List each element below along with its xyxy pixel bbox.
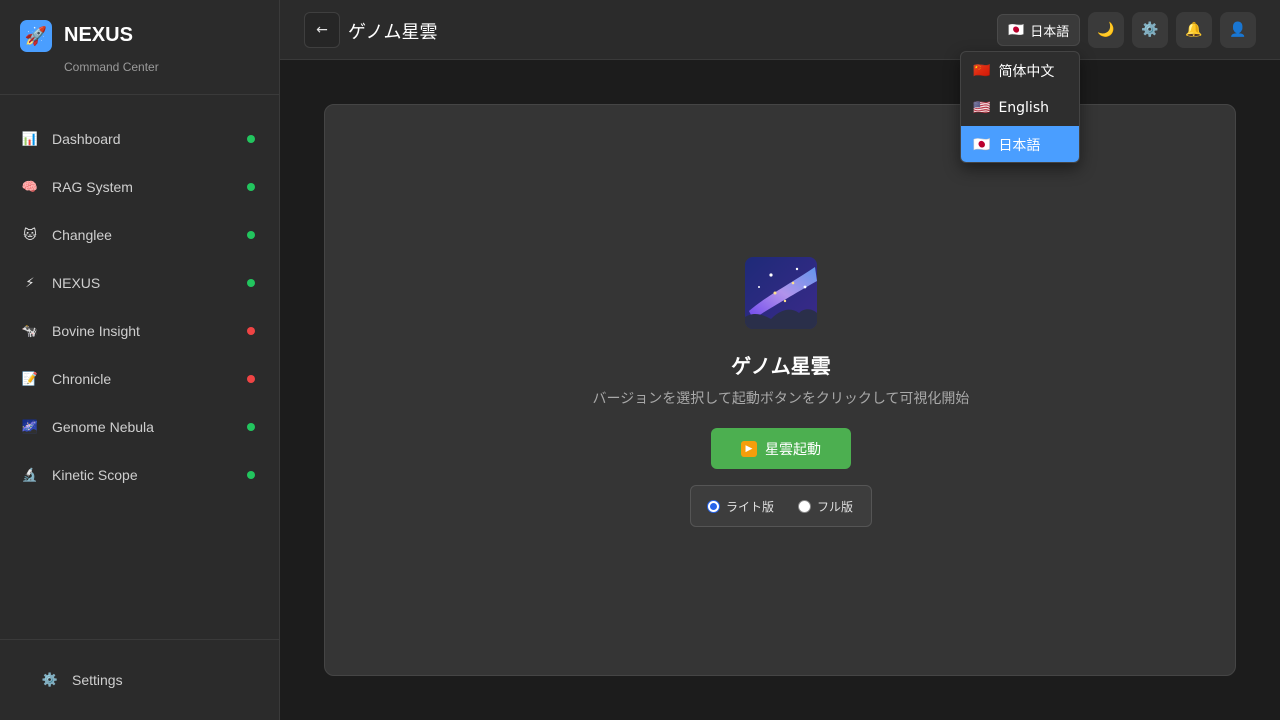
language-option-english[interactable]: 🇺🇸 English xyxy=(961,89,1079,126)
launch-nebula-button[interactable]: ▶ 星雲起動 xyxy=(711,428,851,469)
sidebar-item-kinetic-scope[interactable]: 🔬 Kinetic Scope xyxy=(0,451,279,499)
brand-subtitle: Command Center xyxy=(64,60,159,74)
notifications-button[interactable]: 🔔 xyxy=(1176,12,1212,48)
status-indicator xyxy=(247,471,255,479)
bell-icon: 🔔 xyxy=(1185,22,1203,38)
language-option-chinese[interactable]: 🇨🇳 简体中文 xyxy=(961,52,1079,89)
version-option-lite[interactable]: ライト版 xyxy=(707,498,774,515)
us-flag-icon: 🇺🇸 xyxy=(973,99,991,116)
sidebar-item-label: Changlee xyxy=(52,227,112,243)
version-label: ライト版 xyxy=(726,499,775,514)
card-description: バージョンを選択して起動ボタンをクリックして可視化開始 xyxy=(592,391,970,407)
status-indicator xyxy=(247,327,255,335)
arrow-left-icon: ← xyxy=(316,22,328,38)
sidebar-footer: ⚙️ Settings xyxy=(0,639,279,720)
milky-way-icon: 🌌 xyxy=(21,419,39,435)
status-indicator xyxy=(247,279,255,287)
sidebar-item-label: Genome Nebula xyxy=(52,419,154,435)
rocket-icon: 🚀 xyxy=(20,20,52,52)
sidebar-item-dashboard[interactable]: 📊 Dashboard xyxy=(0,115,279,163)
moon-icon: 🌙 xyxy=(1097,22,1115,38)
gear-icon: ⚙️ xyxy=(1141,22,1159,38)
page-title: ゲノム星雲 xyxy=(348,22,438,43)
china-flag-icon: 🇨🇳 xyxy=(973,62,991,79)
memo-icon: 📝 xyxy=(21,371,39,387)
milky-way-icon xyxy=(745,257,817,329)
play-icon: ▶ xyxy=(741,440,757,457)
status-indicator xyxy=(247,135,255,143)
sidebar-item-nexus[interactable]: ⚡ NEXUS xyxy=(0,259,279,307)
status-indicator xyxy=(247,183,255,191)
sidebar-item-bovine-insight[interactable]: 🐄 Bovine Insight xyxy=(0,307,279,355)
sidebar-item-rag-system[interactable]: 🧠 RAG System xyxy=(0,163,279,211)
sidebar-item-chronicle[interactable]: 📝 Chronicle xyxy=(0,355,279,403)
status-indicator xyxy=(247,231,255,239)
launch-button-label: 星雲起動 xyxy=(765,441,821,458)
language-selector-button[interactable]: 🇯🇵 日本語 xyxy=(997,14,1081,46)
status-indicator xyxy=(247,423,255,431)
japan-flag-icon: 🇯🇵 xyxy=(973,136,991,153)
status-indicator xyxy=(247,375,255,383)
cow-icon: 🐄 xyxy=(21,323,39,339)
japan-flag-icon: 🇯🇵 xyxy=(1008,22,1025,38)
language-option-label: English xyxy=(998,99,1049,116)
chart-icon: 📊 xyxy=(21,131,39,147)
sidebar-item-label: Dashboard xyxy=(52,131,121,147)
top-header: ← ゲノム星雲 🇯🇵 日本語 🌙 ⚙️ 🔔 👤 xyxy=(280,0,1280,60)
sidebar-item-settings[interactable]: ⚙️ Settings xyxy=(40,672,123,688)
cat-icon: 🐱 xyxy=(23,227,37,243)
microscope-icon: 🔬 xyxy=(21,467,39,483)
sidebar-item-label: Bovine Insight xyxy=(52,323,140,339)
lightning-icon: ⚡ xyxy=(25,275,35,291)
language-option-label: 简体中文 xyxy=(998,63,1055,80)
sidebar-item-label: NEXUS xyxy=(52,275,101,291)
sidebar-item-changlee[interactable]: 🐱 Changlee xyxy=(0,211,279,259)
sidebar-item-label: Chronicle xyxy=(52,371,112,387)
brain-icon: 🧠 xyxy=(21,179,39,195)
brand-name: NEXUS xyxy=(64,24,133,46)
version-selector: ライト版 フル版 xyxy=(690,485,872,527)
sidebar-item-label: RAG System xyxy=(52,179,133,195)
radio-unchecked[interactable] xyxy=(798,499,812,513)
brand-header: 🚀 NEXUS Command Center xyxy=(0,0,279,95)
language-option-japanese[interactable]: 🇯🇵 日本語 xyxy=(961,126,1079,162)
sidebar: 🚀 NEXUS Command Center 📊 Dashboard 🧠 RAG… xyxy=(0,0,280,720)
sidebar-item-label: Kinetic Scope xyxy=(52,467,138,483)
gear-icon: ⚙️ xyxy=(41,672,59,688)
sidebar-item-genome-nebula[interactable]: 🌌 Genome Nebula xyxy=(0,403,279,451)
sidebar-item-label: Settings xyxy=(72,672,123,688)
theme-toggle-button[interactable]: 🌙 xyxy=(1088,12,1124,48)
language-label: 日本語 xyxy=(1030,24,1070,40)
language-dropdown: 🇨🇳 简体中文 🇺🇸 English 🇯🇵 日本語 xyxy=(960,51,1080,163)
genome-nebula-card: ゲノム星雲 バージョンを選択して起動ボタンをクリックして可視化開始 ▶ 星雲起動… xyxy=(324,104,1236,676)
settings-button[interactable]: ⚙️ xyxy=(1132,12,1168,48)
radio-checked[interactable] xyxy=(707,499,720,513)
back-button[interactable]: ← xyxy=(304,12,340,48)
language-option-label: 日本語 xyxy=(998,137,1041,154)
user-icon: 👤 xyxy=(1229,22,1247,38)
version-option-full[interactable]: フル版 xyxy=(798,498,853,515)
sidebar-nav: 📊 Dashboard 🧠 RAG System 🐱 Changlee ⚡ NE… xyxy=(0,115,279,499)
user-profile-button[interactable]: 👤 xyxy=(1220,12,1256,48)
version-label: フル版 xyxy=(817,499,854,514)
card-title: ゲノム星雲 xyxy=(731,354,831,378)
